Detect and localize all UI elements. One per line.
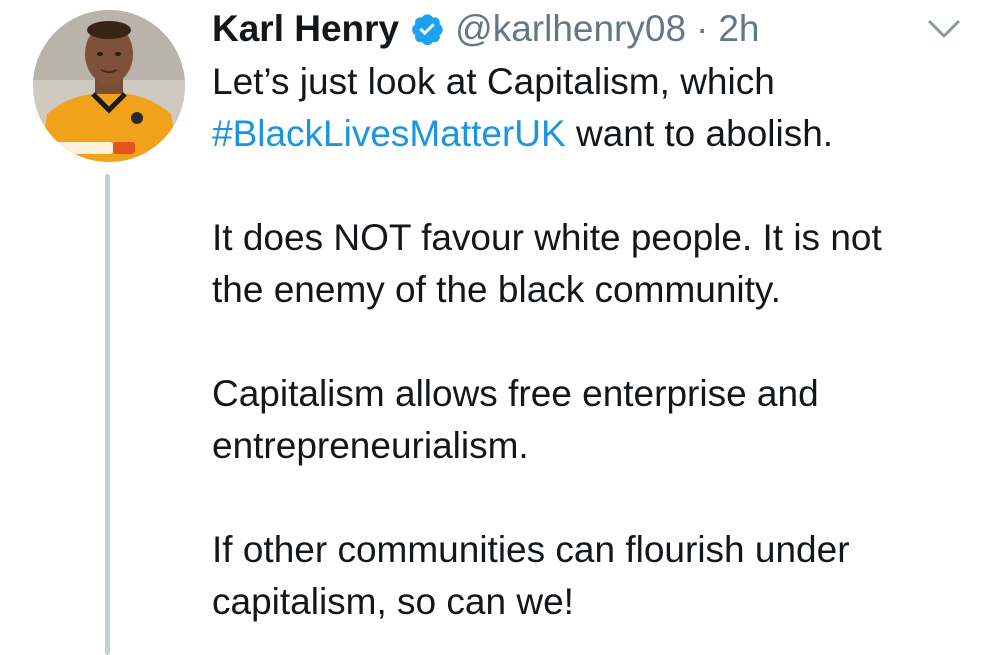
author-handle[interactable]: @karlhenry08 [455,8,686,50]
tweet-line: capitalism, so can we! [212,581,574,622]
tweet-paragraph: Let’s just look at Capitalism, which #Bl… [212,56,982,160]
tweet-text: Let’s just look at Capitalism, which #Bl… [212,56,982,628]
hashtag-link[interactable]: #BlackLivesMatterUK [212,113,566,154]
timestamp[interactable]: 2h [718,8,759,50]
tweet-line: the enemy of the black community. [212,269,781,310]
tweet-line: It does NOT favour white people. It is n… [212,217,882,258]
tweet-card[interactable]: Karl Henry @karlhenry08 · 2h Let’s just … [0,0,1000,655]
tweet-line: entrepreneurialism. [212,425,529,466]
tweet-line: Capitalism allows free enterprise and [212,373,819,414]
tweet-paragraph: If other communities can flourish under … [212,524,982,628]
verified-badge-icon [409,11,445,47]
avatar[interactable] [33,10,185,162]
tweet-line: want to abolish. [565,113,834,154]
tweet-line: If other communities can flourish under [212,529,850,570]
tweet-paragraph: Capitalism allows free enterprise and en… [212,368,982,472]
tweet-line: Let’s just look at Capitalism, which [212,61,775,102]
tweet-paragraph: It does NOT favour white people. It is n… [212,212,982,316]
chevron-down-icon[interactable] [922,14,966,44]
avatar-photo [33,10,185,162]
thread-line [105,174,110,655]
separator-dot: · [696,8,709,49]
tweet-header: Karl Henry @karlhenry08 · 2h [212,6,760,52]
author-name[interactable]: Karl Henry [212,8,399,50]
